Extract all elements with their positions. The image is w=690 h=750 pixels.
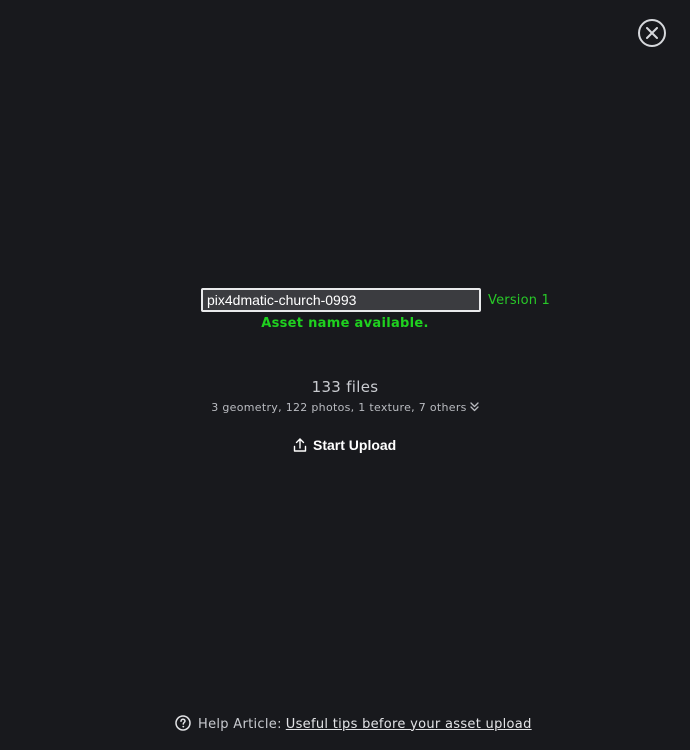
help-article-prefix: Help Article: xyxy=(198,716,282,732)
asset-name-input[interactable] xyxy=(201,288,481,312)
help-article: Help Article: Useful tips before your as… xyxy=(175,713,532,735)
upload-icon xyxy=(293,438,307,452)
version-label: Version 1 xyxy=(488,292,551,308)
question-circle-icon xyxy=(175,714,191,731)
asset-name-status: Asset name available. xyxy=(261,316,429,331)
double-chevron-down-icon[interactable] xyxy=(470,401,479,415)
help-article-link[interactable]: Useful tips before your asset upload xyxy=(286,717,532,732)
file-breakdown: 3 geometry, 122 photos, 1 texture, 7 oth… xyxy=(0,401,690,415)
asset-name-row: Version 1 xyxy=(201,288,550,312)
close-button[interactable] xyxy=(638,19,666,47)
file-breakdown-text: 3 geometry, 122 photos, 1 texture, 7 oth… xyxy=(211,401,467,414)
start-upload-button[interactable]: Start Upload xyxy=(292,434,396,456)
start-upload-label: Start Upload xyxy=(313,437,397,453)
close-icon xyxy=(646,27,658,39)
upload-dialog: Version 1 Asset name available. 133 file… xyxy=(0,0,690,750)
file-count: 133 files xyxy=(311,378,379,396)
